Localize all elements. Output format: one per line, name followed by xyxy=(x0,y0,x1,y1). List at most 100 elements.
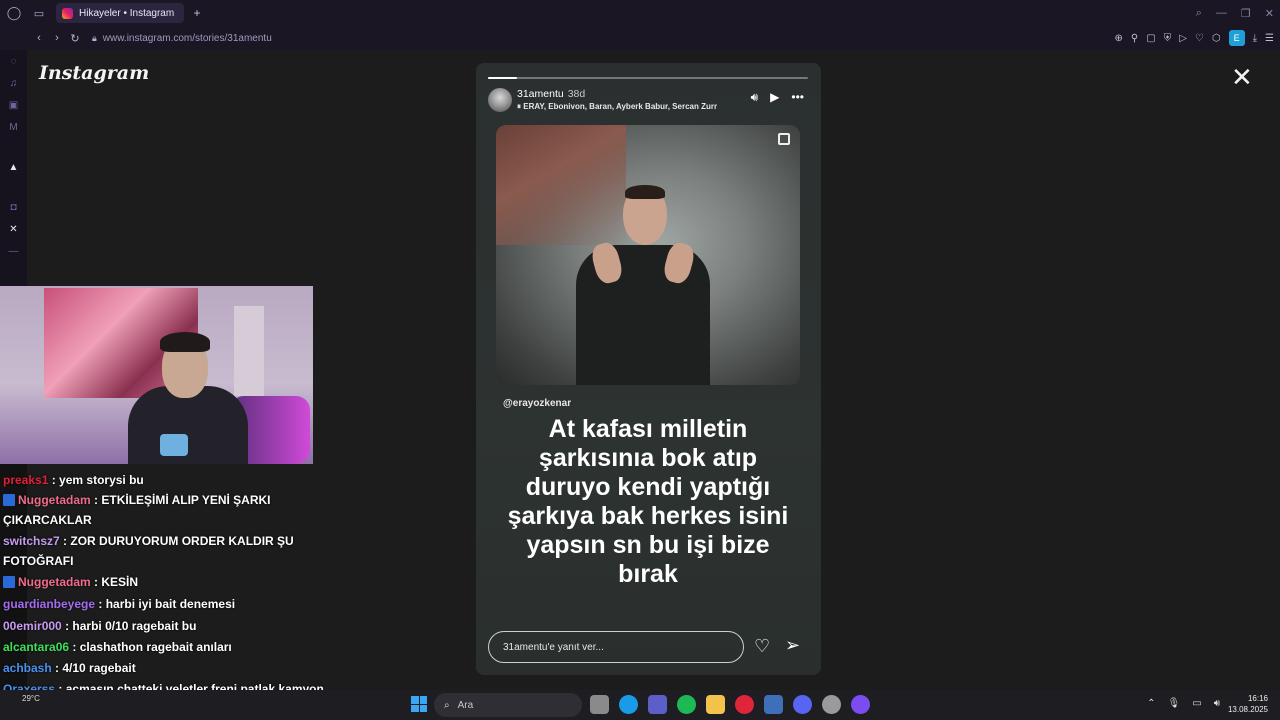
browser-tab[interactable]: Hikayeler • Instagram xyxy=(56,3,184,23)
new-tab-button[interactable]: + xyxy=(188,4,206,22)
reply-input[interactable]: 31amentu'e yanıt ver... xyxy=(488,631,744,663)
stream-chat: preaks1 : yem storysi bu Nuggetadam : ET… xyxy=(0,470,330,714)
address-bar: ‹ › ↻ 🔒︎ www.instagram.com/stories/31ame… xyxy=(0,26,1280,50)
tab-title: Hikayeler • Instagram xyxy=(79,7,175,19)
close-story-icon[interactable]: ✕ xyxy=(1231,64,1253,90)
discord-icon[interactable] xyxy=(793,695,812,714)
chat-message: Nuggetadam : KESİN xyxy=(3,572,328,592)
chat-username: switchsz7 xyxy=(3,534,60,548)
more-icon[interactable]: — xyxy=(7,244,21,258)
instagram-logo[interactable]: Instagram xyxy=(39,62,149,84)
lock-icon: 🔒︎ xyxy=(92,32,97,43)
opera-logo-icon[interactable]: ◯ xyxy=(0,0,28,26)
windows-taskbar: 29°C ⌕ Ara ⌃ 🎙︎ ▭ 🔊︎ 16:16 13.08.2025 xyxy=(0,690,1280,720)
music-artists: ERAY, Ebonivon, Baran, Ayberk Babur, Ser… xyxy=(523,102,718,111)
story-progress-bar xyxy=(488,77,808,79)
snapshot-icon[interactable]: ▢ xyxy=(1146,33,1155,44)
file-explorer-icon[interactable] xyxy=(706,695,725,714)
back-icon[interactable]: ‹ xyxy=(30,26,48,50)
volume-icon[interactable]: 🔊︎ xyxy=(751,90,759,105)
heart-bookmark-icon[interactable]: ♡ xyxy=(1195,33,1204,44)
chat-text: : yem storysi bu xyxy=(51,473,144,487)
story-progress-fill xyxy=(488,77,517,79)
search-placeholder: Ara xyxy=(457,699,474,711)
obs-icon[interactable] xyxy=(822,695,841,714)
task-view-icon[interactable] xyxy=(590,695,609,714)
search-icon: ⌕ xyxy=(444,699,450,711)
system-tray: ⌃ 🎙︎ ▭ 🔊︎ xyxy=(1147,698,1220,709)
chat-message: guardianbeyege : harbi iyi bait denemesi xyxy=(3,594,328,614)
taskbar-apps xyxy=(590,695,870,714)
app-a-icon[interactable]: ▲ xyxy=(7,160,21,174)
search-tabs-icon[interactable]: ⌕ xyxy=(1196,7,1202,20)
opera-taskbar-icon[interactable] xyxy=(735,695,754,714)
chat-username: preaks1 xyxy=(3,473,49,487)
mention-sticker[interactable]: @erayozkenar xyxy=(503,398,571,409)
chat-text: : harbi 0/10 ragebait bu xyxy=(65,619,197,633)
weather-widget[interactable]: 29°C xyxy=(22,694,40,703)
menu-icon[interactable]: ☰ xyxy=(1265,33,1274,44)
chat-message: preaks1 : yem storysi bu xyxy=(3,470,328,490)
start-button[interactable] xyxy=(411,696,427,712)
chat-username: 00emir000 xyxy=(3,619,62,633)
player-icon[interactable]: ▷ xyxy=(1179,33,1187,44)
instagram-favicon-icon xyxy=(62,7,73,19)
aria-icon[interactable]: ◌ xyxy=(7,54,21,68)
play-icon[interactable]: ▶ xyxy=(770,90,779,105)
story-controls: 🔊︎ ▶ ••• xyxy=(751,90,804,105)
chat-username: guardianbeyege xyxy=(3,597,96,611)
teams-icon[interactable] xyxy=(648,695,667,714)
chat-message: achbash : 4/10 ragebait xyxy=(3,658,328,678)
chat-message: switchsz7 : ZOR DURUYORUM ORDER KALDIR Ş… xyxy=(3,531,328,571)
address-bar-actions: ⊕ ⚲ ▢ ⛨ ▷ ♡ ⬡ E ⤓ ☰ xyxy=(1115,26,1274,50)
reload-icon[interactable]: ↻ xyxy=(66,26,84,50)
x-icon[interactable]: ✕ xyxy=(7,222,21,236)
url-field[interactable]: www.instagram.com/stories/31amentu xyxy=(103,33,272,44)
mic-icon[interactable]: 🎙︎ xyxy=(1168,698,1181,709)
tab-workspaces-icon[interactable]: ▭ xyxy=(28,0,50,26)
story-card: 31amentu 38d ⏸︎ ERAY, Ebonivon, Baran, Ay… xyxy=(476,63,821,675)
more-options-icon[interactable]: ••• xyxy=(791,90,804,105)
like-heart-icon[interactable]: ♡ xyxy=(754,636,770,657)
chat-badge-icon xyxy=(3,576,15,588)
edge-icon[interactable] xyxy=(619,695,638,714)
download-icon[interactable]: ⤓ xyxy=(1253,33,1257,44)
music-label[interactable]: ⏸︎ ERAY, Ebonivon, Baran, Ayberk Babur, … xyxy=(517,102,732,112)
story-username[interactable]: 31amentu 38d xyxy=(517,88,585,100)
messenger-icon[interactable]: M xyxy=(7,120,21,134)
taskbar-search[interactable]: ⌕ Ara xyxy=(434,693,582,717)
avatar[interactable] xyxy=(488,88,512,112)
pin-icon[interactable]: ⚲ xyxy=(1131,33,1138,44)
spotify-icon[interactable] xyxy=(677,695,696,714)
chat-badge-icon xyxy=(3,494,15,506)
chat-message: alcantara06 : clashathon ragebait anılar… xyxy=(3,637,328,657)
story-video[interactable] xyxy=(496,125,800,385)
forward-icon[interactable]: › xyxy=(48,26,66,50)
twitch-icon[interactable]: ◘ xyxy=(7,200,21,214)
taskbar-clock[interactable]: 16:16 13.08.2025 xyxy=(1228,693,1268,715)
username-text[interactable]: 31amentu xyxy=(517,88,564,100)
tray-chevron-icon[interactable]: ⌃ xyxy=(1147,698,1155,709)
app-icon[interactable] xyxy=(764,695,783,714)
extensions-icon[interactable]: ⬡ xyxy=(1212,33,1221,44)
shield-icon[interactable]: ⛨ xyxy=(1164,33,1172,44)
chat-text: : clashathon ragebait anıları xyxy=(72,640,232,654)
extension-badge[interactable]: E xyxy=(1228,30,1245,46)
send-icon[interactable]: ➢ xyxy=(785,635,800,656)
chat-text: : KESİN xyxy=(94,575,139,589)
display-icon[interactable]: ▭ xyxy=(1192,698,1201,709)
chat-text: : 4/10 ragebait xyxy=(55,661,136,675)
browser-sidebar: ◌ ♫ ▣ M ▲ ◘ ✕ — xyxy=(0,50,27,286)
app-circle-icon[interactable] xyxy=(851,695,870,714)
close-window-icon[interactable]: ✕ xyxy=(1265,7,1274,20)
music-icon[interactable]: ♫ xyxy=(7,76,21,90)
story-header: 31amentu 38d ⏸︎ ERAY, Ebonivon, Baran, Ay… xyxy=(488,87,808,113)
wallet-icon[interactable]: ▣ xyxy=(7,98,21,112)
zoom-icon[interactable]: ⊕ xyxy=(1115,33,1123,44)
chat-username: alcantara06 xyxy=(3,640,70,654)
maximize-icon[interactable]: ❐ xyxy=(1241,7,1251,20)
speaker-icon[interactable]: 🔊︎ xyxy=(1214,698,1220,709)
weather-temp: 29°C xyxy=(22,694,40,703)
story-age: 38d xyxy=(567,88,586,100)
minimize-icon[interactable]: — xyxy=(1216,7,1227,19)
